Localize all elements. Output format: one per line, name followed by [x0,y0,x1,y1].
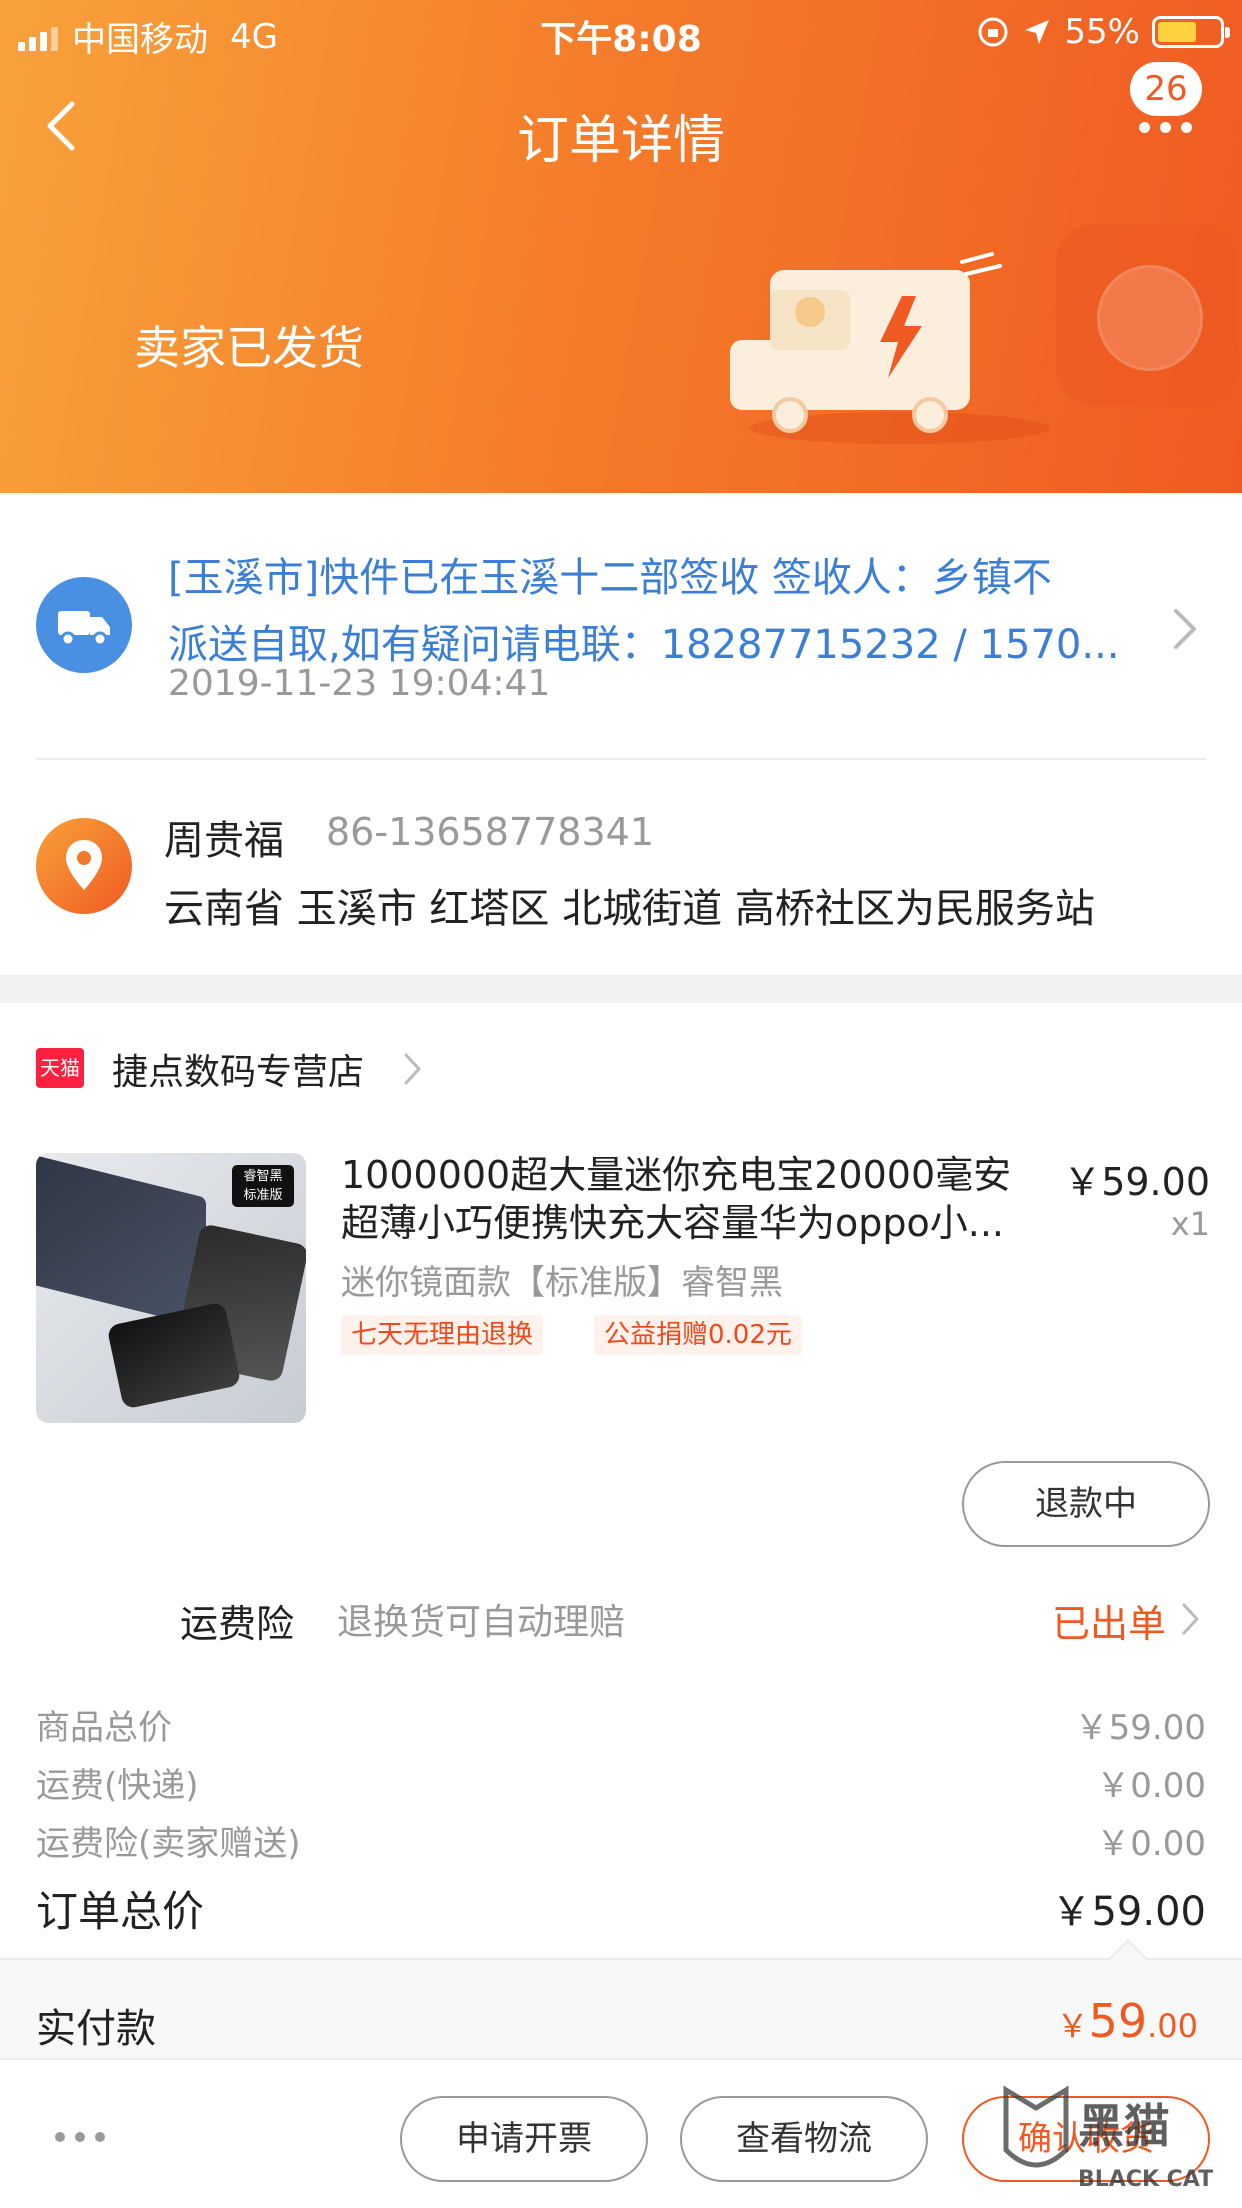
product-price: ￥59.00 [1063,1160,1210,1204]
message-count-badge: 26 [1130,62,1202,116]
product-title-line-2: 超薄小巧便携快充大容量华为oppo小... [341,1201,1004,1245]
truck-icon [36,577,132,673]
logistics-message: [玉溪市]快件已在玉溪十二部签收 签收人：乡镇不 派送自取,如有疑问请电联：18… [168,545,1138,679]
fee-label-shipping: 运费(快递) [36,1766,199,1806]
divider [36,758,1206,760]
thumbnail-tag-line-1: 睿智黑 [243,1169,283,1184]
paid-amount: ￥59.00 [1057,1994,1198,2048]
charity-tag: 公益捐赠0.02元 [594,1315,802,1355]
paid-decimal: .00 [1147,2007,1198,2045]
chevron-right-icon [404,1053,421,1085]
recipient-phone: 86-13658778341 [326,810,655,854]
return-policy-tag: 七天无理由退换 [341,1315,544,1355]
insurance-status: 已出单 [1051,1602,1166,1646]
insurance-description: 退换货可自动理赔 [337,1602,626,1643]
order-card: 天猫 捷点数码专营店 睿智黑 标准版 1000000超大量迷你充电宝20000毫… [0,1003,1242,1958]
view-logistics-button[interactable]: 查看物流 [680,2096,928,2182]
product-sku: 迷你镜面款【标准版】睿智黑 [341,1263,783,1303]
logistics-line-1: [玉溪市]快件已在玉溪十二部签收 签收人：乡镇不 [168,555,1052,601]
paid-currency: ￥ [1056,2007,1089,2045]
chevron-right-icon [1182,1603,1199,1635]
order-status-text: 卖家已发货 [134,321,364,375]
more-dots-icon [1139,122,1192,133]
fee-label-subtotal: 商品总价 [36,1708,172,1748]
order-status-header: 中国移动 4G 下午8:08 55% 订单详情 26 卖家已发货 [0,0,1242,493]
product-thumbnail: 睿智黑 标准版 [36,1153,306,1423]
fee-value-subtotal: ￥59.00 [1074,1708,1206,1748]
more-actions-icon[interactable] [55,2132,105,2142]
product-quantity: x1 [1170,1205,1210,1243]
floating-assist-button[interactable] [1056,224,1238,406]
fee-value-shipping: ￥0.00 [1096,1766,1206,1806]
order-total-label: 订单总价 [36,1887,205,1936]
battery-icon [1152,16,1230,48]
location-pin-icon [36,818,132,914]
tmall-logo: 天猫 [36,1048,84,1088]
shop-name: 捷点数码专营店 [112,1052,365,1093]
order-total-value: ￥59.00 [1051,1889,1206,1935]
thumbnail-tag-line-2: 标准版 [243,1188,283,1203]
product-title: 1000000超大量迷你充电宝20000毫安 超薄小巧便携快充大容量华为oppo… [341,1151,1041,1247]
page-title: 订单详情 [516,111,725,171]
paid-integer: 59 [1088,1994,1148,2048]
bottom-action-bar: 申请开票 查看物流 确认收货 黑猫 BLACK CAT [0,2058,1242,2208]
refund-status-button[interactable]: 退款中 [962,1461,1210,1547]
paid-label: 实付款 [36,2006,156,2052]
product-title-line-1: 1000000超大量迷你充电宝20000毫安 [341,1153,1012,1197]
logistics-address-card: [玉溪市]快件已在玉溪十二部签收 签收人：乡镇不 派送自取,如有疑问请电联：18… [0,493,1242,975]
thumbnail-tag: 睿智黑 标准版 [232,1165,294,1207]
location-arrow-icon [1025,20,1050,44]
watermark-subtext: BLACK CAT [1078,2167,1213,2192]
fee-value-insurance: ￥0.00 [1096,1824,1206,1864]
paid-amount-row: 实付款 ￥59.00 [0,1939,1242,2058]
battery-percent: 55% [1064,12,1140,52]
fee-label-insurance: 运费险(卖家赠送) [36,1824,301,1864]
recipient-name: 周贵福 [164,818,284,864]
status-bar: 中国移动 4G 下午8:08 55% [0,0,1242,62]
nav-bar: 订单详情 26 [0,62,1242,192]
request-invoice-button[interactable]: 申请开票 [400,2096,648,2182]
logistics-time: 2019-11-23 19:04:41 [168,663,551,704]
delivery-truck-icon [730,252,1050,444]
watermark-text: 黑猫 [1078,2099,1170,2153]
recipient-address: 云南省 玉溪市 红塔区 北城街道 高桥社区为民服务站 [164,886,1095,932]
more-menu-button[interactable]: 26 [1122,62,1212,152]
black-cat-watermark-icon: 黑猫 BLACK CAT [1003,2085,1213,2192]
insurance-label: 运费险 [180,1602,295,1646]
status-right: 55% [976,12,1230,52]
rotation-lock-icon [978,17,1008,47]
chevron-right-icon [1174,609,1196,649]
